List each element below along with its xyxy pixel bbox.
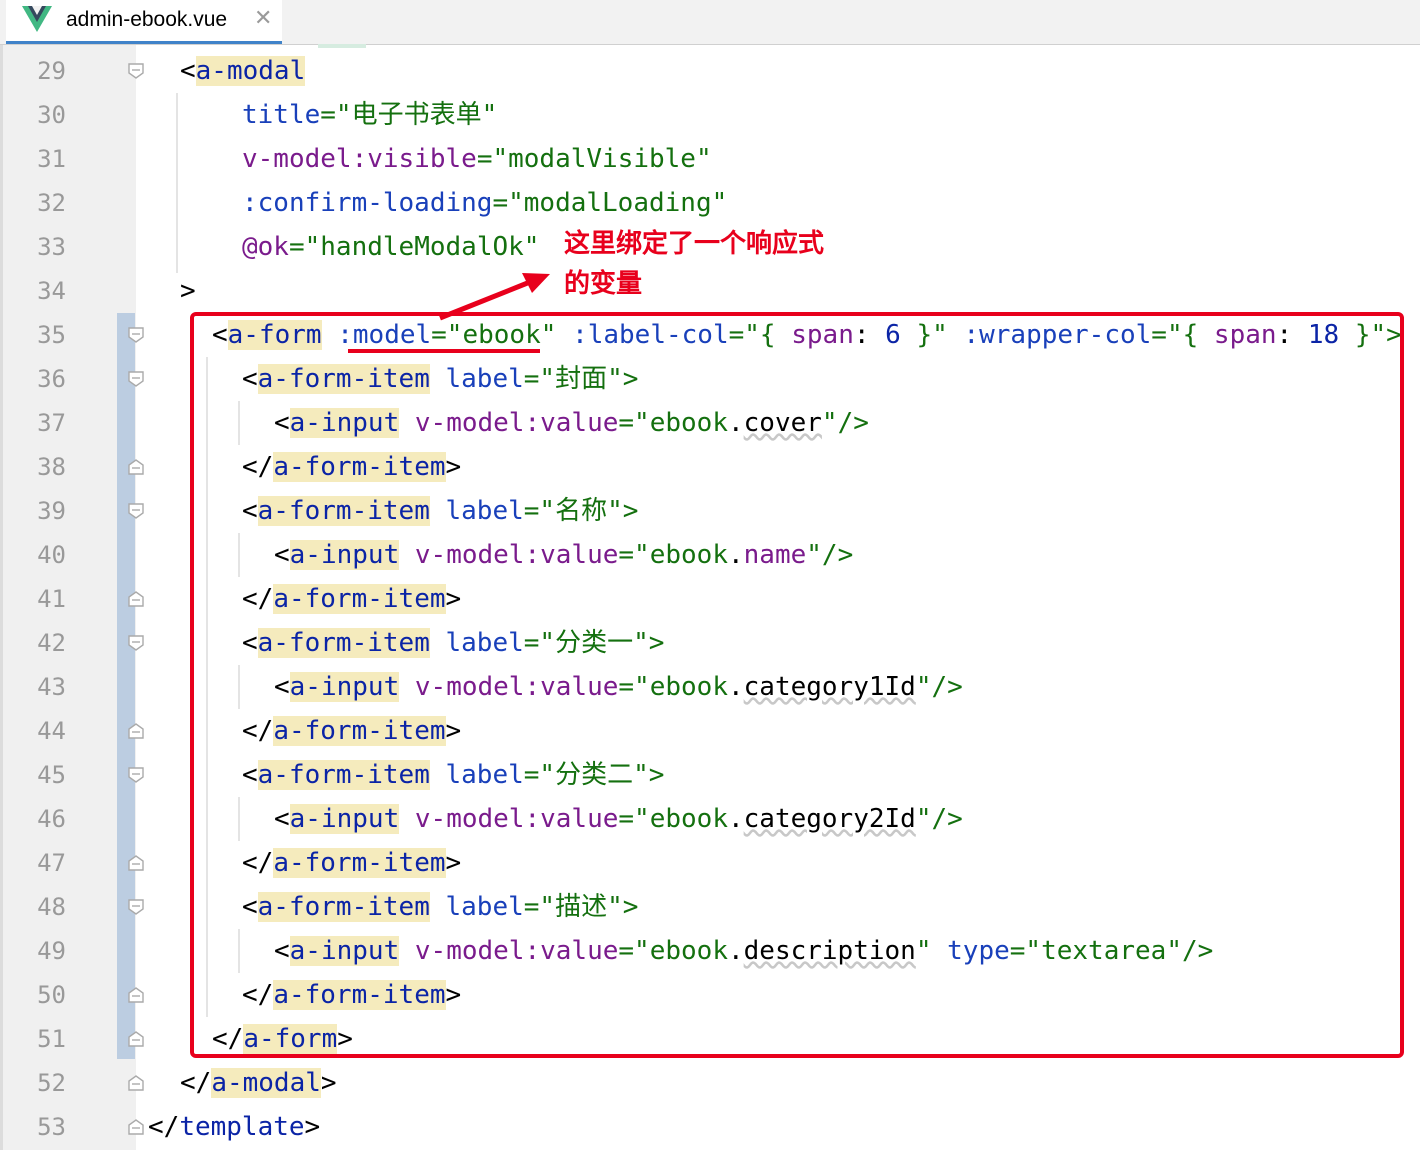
annotation-arrow <box>348 273 550 353</box>
annotation-note: 这里绑定了一个响应式 的变量 <box>564 224 824 304</box>
annotation-line-2: 的变量 <box>564 269 643 299</box>
annotation-line-1: 这里绑定了一个响应式 <box>564 229 825 259</box>
